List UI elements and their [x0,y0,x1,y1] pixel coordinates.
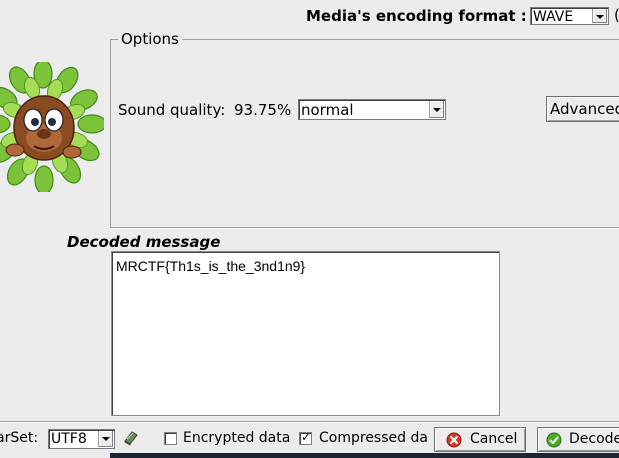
compressed-data-checkbox[interactable]: ✓ [299,430,312,445]
checkmark-icon: ✓ [301,430,312,444]
sound-quality-label: Sound quality: [118,101,226,119]
compressed-data-label: Compressed dat [319,430,427,446]
cancel-button-label: Cancel [470,431,518,447]
checkmark-icon [546,432,562,448]
advanced-button[interactable]: Advanced [546,96,619,122]
charset-select[interactable]: UTF8 [48,429,115,449]
encrypted-data-checkbox[interactable] [164,432,177,445]
cancel-button[interactable]: Cancel [434,427,526,452]
decode-button-label: Decode [569,431,619,447]
decoded-message-textarea[interactable]: MRCTF{Th1s_is_the_3nd1n9} [111,251,500,416]
bottom-separator [0,421,619,423]
sound-quality-select[interactable]: normal [298,99,446,120]
charset-value: UTF8 [51,431,87,447]
main-window: Media's encoding format : WAVE ( [0,0,619,458]
chevron-down-icon[interactable] [429,101,444,118]
options-group [110,39,619,228]
encoding-format-value: WAVE [533,9,574,25]
decode-button[interactable]: Decode [537,427,619,452]
charset-label: arSet: [0,430,39,446]
sound-quality-percent: 93.75% [234,101,292,119]
encoding-format-select[interactable]: WAVE [530,7,609,25]
options-title: Options [118,30,182,48]
sound-quality-value: normal [301,101,354,119]
chevron-down-icon[interactable] [98,431,113,447]
chevron-down-icon[interactable] [592,9,607,23]
decoded-message-title: Decoded message [67,233,221,251]
clipped-edge-glyph: ( [614,6,619,24]
decoded-message-text: MRCTF{Th1s_is_the_3nd1n9} [116,258,306,274]
book-icon[interactable] [123,430,139,446]
encrypted-data-label: Encrypted data [183,430,291,446]
window-bottom-edge [110,453,619,458]
encoding-format-label: Media's encoding format : [306,7,527,25]
mascot-in-leaves-icon [0,62,104,192]
cancel-x-icon [446,432,462,448]
